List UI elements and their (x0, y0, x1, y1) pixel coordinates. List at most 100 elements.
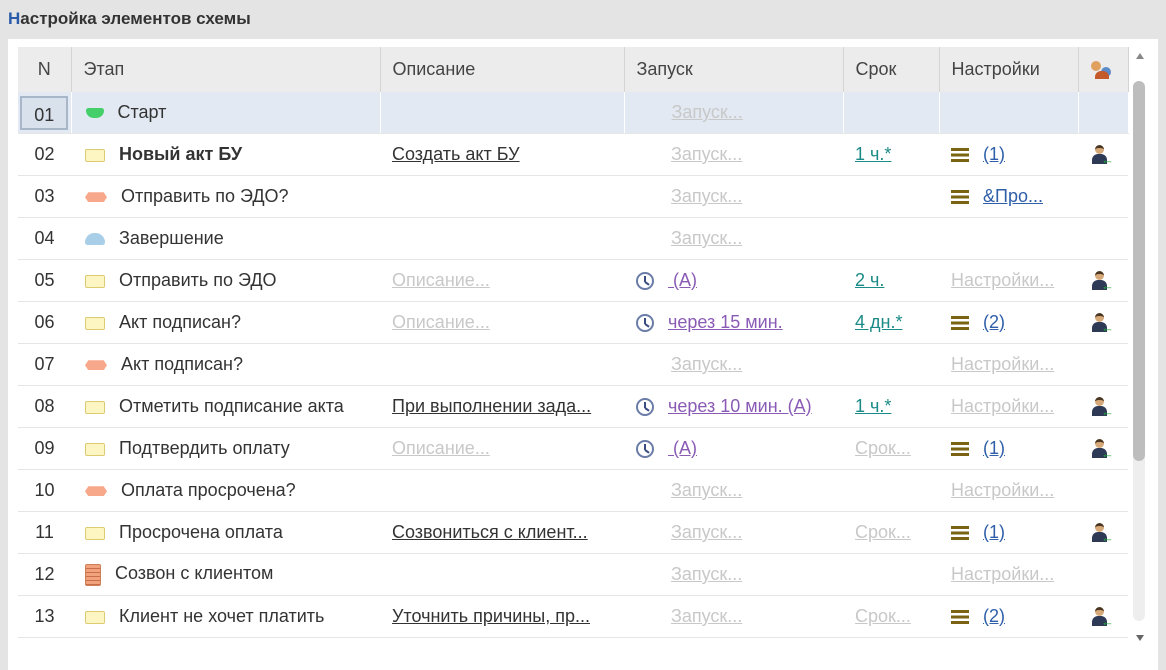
table-row[interactable]: 10 Оплата просрочена? Запуск... Настройки..… (18, 469, 1128, 512)
settings-cell[interactable]: (1) (939, 427, 1078, 470)
list-icon[interactable] (951, 190, 969, 205)
settings-cell[interactable]: Настройки... (939, 469, 1078, 512)
stage-cell[interactable]: Созвон с клиентом (71, 553, 380, 596)
settings-link[interactable]: (2) (983, 606, 1005, 626)
column-header-n[interactable]: N (18, 47, 72, 92)
description-link[interactable]: Создать акт БУ (392, 144, 520, 164)
settings-link[interactable]: &Про... (983, 186, 1043, 206)
row-number-cell[interactable]: 08 (18, 385, 71, 428)
settings-link[interactable]: Настройки... (951, 270, 1054, 290)
term-link[interactable]: 2 ч. (855, 270, 884, 290)
executor-cell[interactable] (1078, 343, 1128, 386)
stage-cell[interactable]: Акт подписан? (71, 343, 380, 386)
row-number-cell[interactable]: 13 (18, 595, 71, 638)
launch-cell[interactable]: Запуск... (624, 133, 843, 176)
description-cell[interactable] (380, 92, 625, 134)
description-cell[interactable]: Описание... (380, 427, 624, 470)
term-cell[interactable]: Срок... (843, 511, 939, 554)
launch-cell[interactable]: (А) (624, 259, 843, 302)
row-number-cell[interactable]: 01 (18, 92, 72, 134)
description-cell[interactable] (380, 553, 624, 596)
row-number-cell[interactable]: 10 (18, 469, 71, 512)
launch-link[interactable]: Запуск... (671, 564, 742, 584)
launch-cell[interactable]: Запуск... (624, 469, 843, 512)
executor-cell[interactable]: ← (1078, 511, 1128, 554)
description-cell[interactable]: При выполнении зада... (380, 385, 624, 428)
term-cell[interactable] (843, 217, 939, 260)
scrollbar-thumb[interactable] (1133, 81, 1145, 461)
executor-cell[interactable] (1078, 217, 1128, 260)
assign-user-icon[interactable]: ← (1092, 145, 1114, 166)
description-link[interactable]: Описание... (392, 438, 490, 458)
row-number-cell[interactable]: 07 (18, 343, 71, 386)
stage-cell[interactable]: Подтвердить оплату (71, 427, 380, 470)
list-icon[interactable] (951, 316, 969, 331)
executor-cell[interactable]: ← (1078, 259, 1128, 302)
launch-link[interactable]: Запуск... (671, 354, 742, 374)
table-row[interactable]: 03 Отправить по ЭДО? Запуск... &Про... (18, 175, 1128, 218)
launch-cell[interactable]: Запуск... (624, 217, 843, 260)
settings-link[interactable]: (1) (983, 438, 1005, 458)
table-row[interactable]: 04 Завершение Запуск... (18, 217, 1128, 260)
settings-cell[interactable]: (2) (939, 595, 1078, 638)
table-row[interactable]: 05 Отправить по ЭДО Описание... (А) 2 ч. Нас… (18, 259, 1128, 302)
settings-link[interactable]: (1) (983, 144, 1005, 164)
stage-cell[interactable]: Отправить по ЭДО (71, 259, 380, 302)
launch-link[interactable]: через 10 мин. (А) (668, 396, 812, 416)
launch-link[interactable]: (А) (668, 438, 697, 458)
vertical-scrollbar[interactable] (1132, 47, 1148, 647)
term-link[interactable]: Срок... (855, 606, 911, 626)
description-link[interactable]: Описание... (392, 312, 490, 332)
term-cell[interactable]: 2 ч. (843, 259, 939, 302)
description-cell[interactable] (380, 469, 624, 512)
settings-cell[interactable]: (1) (939, 133, 1078, 176)
launch-link[interactable]: Запуск... (671, 522, 742, 542)
executor-cell[interactable] (1078, 553, 1128, 596)
launch-link[interactable]: через 15 мин. (668, 312, 783, 332)
settings-link[interactable]: (2) (983, 312, 1005, 332)
stage-cell[interactable]: Старт (71, 92, 381, 134)
stage-cell[interactable]: Оплата просрочена? (71, 469, 380, 512)
description-cell[interactable]: Уточнить причины, пр... (380, 595, 624, 638)
description-cell[interactable]: Описание... (380, 301, 624, 344)
term-cell[interactable] (843, 553, 939, 596)
column-header-term[interactable]: Срок (843, 47, 940, 92)
term-link[interactable]: 1 ч.* (855, 396, 891, 416)
column-header-executors[interactable] (1078, 47, 1129, 92)
settings-cell[interactable] (939, 217, 1078, 260)
stage-cell[interactable]: Новый акт БУ (71, 133, 380, 176)
table-row[interactable]: 11 Просрочена оплата Созвониться с клиент.… (18, 511, 1128, 554)
row-number-cell[interactable]: 03 (18, 175, 71, 218)
launch-link[interactable]: Запуск... (671, 480, 742, 500)
settings-cell[interactable]: (1) (939, 511, 1078, 554)
launch-cell[interactable]: Запуск... (624, 595, 843, 638)
settings-link[interactable]: Настройки... (951, 564, 1054, 584)
row-number-cell[interactable]: 05 (18, 259, 71, 302)
row-number-cell[interactable]: 12 (18, 553, 71, 596)
term-cell[interactable] (843, 175, 939, 218)
table-row[interactable]: 07 Акт подписан? Запуск... Настройки... (18, 343, 1128, 386)
row-number-cell[interactable]: 04 (18, 217, 71, 260)
row-number-cell[interactable]: 06 (18, 301, 71, 344)
description-cell[interactable] (380, 175, 624, 218)
launch-link[interactable]: Запуск... (671, 606, 742, 626)
launch-link[interactable]: Запуск... (671, 228, 742, 248)
assign-user-icon[interactable]: ← (1092, 607, 1114, 628)
launch-link[interactable]: Запуск... (672, 102, 743, 122)
executor-cell[interactable]: ← (1078, 385, 1128, 428)
settings-cell[interactable]: Настройки... (939, 259, 1078, 302)
list-icon[interactable] (951, 148, 969, 163)
column-header-stage[interactable]: Этап (71, 47, 381, 92)
term-link[interactable]: 1 ч.* (855, 144, 891, 164)
row-number-cell[interactable]: 09 (18, 427, 71, 470)
list-icon[interactable] (951, 526, 969, 541)
description-cell[interactable]: Созвониться с клиент... (380, 511, 624, 554)
settings-cell[interactable]: Настройки... (939, 553, 1078, 596)
launch-link[interactable]: (А) (668, 270, 697, 290)
term-cell[interactable]: Срок... (843, 595, 939, 638)
assign-user-icon[interactable]: ← (1092, 313, 1114, 334)
stage-cell[interactable]: Отправить по ЭДО? (71, 175, 380, 218)
executor-cell[interactable]: ← (1078, 595, 1128, 638)
term-cell[interactable]: 1 ч.* (843, 133, 939, 176)
term-link[interactable]: Срок... (855, 522, 911, 542)
